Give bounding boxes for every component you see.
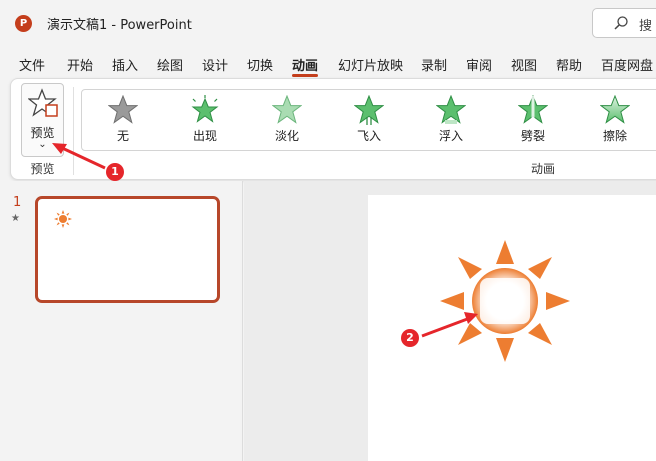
search-icon — [614, 16, 628, 30]
window-title: 演示文稿1 - PowerPoint — [47, 18, 192, 33]
star-float-in-icon — [436, 95, 466, 124]
powerpoint-logo-icon: P — [15, 15, 32, 32]
tab-insert[interactable]: 插入 — [112, 55, 138, 74]
search-box[interactable]: 搜 — [592, 8, 656, 38]
animation-appear[interactable]: 出现 — [177, 95, 233, 147]
tab-home[interactable]: 开始 — [67, 55, 93, 74]
annotation-arrow-2 — [421, 312, 478, 338]
animation-label: 浮入 — [438, 129, 463, 143]
annotation-arrow-1 — [52, 143, 106, 170]
tab-view[interactable]: 视图 — [511, 55, 537, 74]
sun-icon — [54, 210, 72, 228]
animation-marker-icon: ★ — [11, 213, 20, 224]
tab-record[interactable]: 录制 — [421, 55, 447, 74]
animation-label: 淡化 — [274, 129, 299, 143]
preview-star-icon — [28, 88, 58, 117]
star-fade-icon — [272, 95, 302, 124]
animation-label: 擦除 — [602, 129, 627, 143]
annotation-badge-1: 1 — [106, 163, 124, 181]
search-placeholder: 搜 — [639, 19, 653, 34]
tab-animations[interactable]: 动画 — [292, 55, 318, 74]
title-bar: P 演示文稿1 - PowerPoint 搜 — [0, 0, 656, 46]
animation-fly-in[interactable]: 飞入 — [341, 95, 397, 147]
star-fly-in-icon — [354, 95, 384, 125]
tab-baidu-netdisk[interactable]: 百度网盘 — [601, 55, 653, 74]
tab-help[interactable]: 帮助 — [556, 55, 582, 74]
animation-fade[interactable]: 淡化 — [259, 95, 315, 147]
animations-group-label: 动画 — [531, 162, 556, 176]
animation-label: 飞入 — [356, 129, 381, 143]
sun-shape[interactable] — [440, 240, 570, 362]
star-appear-icon — [191, 95, 219, 123]
star-wipe-icon — [600, 95, 630, 124]
animation-label: 出现 — [192, 129, 217, 143]
tab-design[interactable]: 设计 — [202, 55, 228, 74]
ribbon-tabs: 文件 开始 插入 绘图 设计 切换 动画 幻灯片放映 录制 审阅 视图 帮助 百… — [0, 50, 656, 78]
star-none-icon — [108, 95, 138, 124]
tab-draw[interactable]: 绘图 — [157, 55, 183, 74]
slide-thumbnail[interactable] — [35, 196, 220, 303]
annotation-badge-2: 2 — [401, 329, 419, 347]
animation-split[interactable]: 劈裂 — [505, 95, 561, 147]
animation-wipe[interactable]: 擦除 — [587, 95, 643, 147]
tab-file[interactable]: 文件 — [19, 55, 45, 74]
animation-gallery: 无 出现 淡化 飞入 浮入 劈裂 擦除 — [81, 89, 656, 151]
slide-number: 1 — [13, 195, 22, 210]
tab-slideshow[interactable]: 幻灯片放映 — [338, 55, 403, 74]
tab-review[interactable]: 审阅 — [466, 55, 492, 74]
star-split-icon — [518, 95, 548, 124]
tab-transitions[interactable]: 切换 — [247, 55, 273, 74]
animation-float-in[interactable]: 浮入 — [423, 95, 479, 147]
active-tab-indicator — [292, 74, 318, 77]
animation-label: 劈裂 — [520, 129, 545, 143]
